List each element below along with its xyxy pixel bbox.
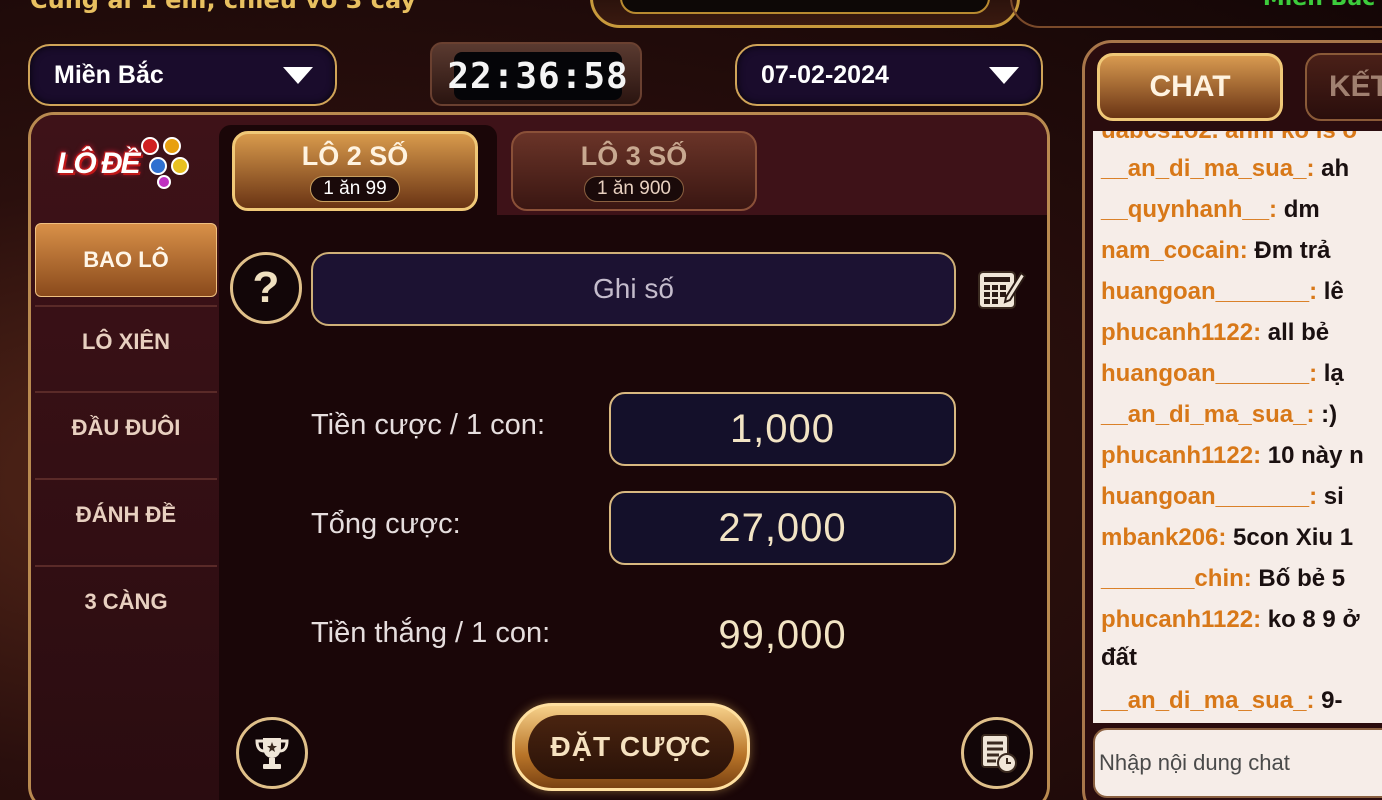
tab-odds: 1 ăn 900	[584, 175, 684, 202]
tab-odds: 1 ăn 99	[310, 175, 400, 202]
chat-message-cutoff: uabcs1o2. anni ko is o	[1101, 131, 1357, 145]
main-panel: LÔ ĐỀ BAO LÔ LÔ XIÊN ĐẦU ĐUÔI ĐÁNH ĐỀ 3 …	[28, 112, 1050, 800]
chat-message: nam_cocain: Đm trả	[1101, 237, 1330, 265]
tab-lo-2-so[interactable]: LÔ 2 SỐ 1 ăn 99	[232, 131, 478, 211]
chat-username: phucanh1122:	[1101, 319, 1262, 346]
chat-message: __an_di_ma_sua_: :)	[1101, 401, 1337, 429]
history-button[interactable]	[961, 717, 1033, 789]
chat-username: __quynhanh__:	[1101, 196, 1278, 223]
chat-text: :)	[1314, 401, 1338, 428]
date-dropdown[interactable]: 07-02-2024	[735, 44, 1043, 106]
place-bet-label: ĐẶT CƯỢC	[528, 715, 734, 779]
date-selected-value: 07-02-2024	[761, 60, 889, 89]
chat-text: đất	[1101, 644, 1137, 671]
tab-lo-3-so[interactable]: LÔ 3 SỐ 1 ăn 900	[511, 131, 757, 211]
place-bet-button[interactable]: ĐẶT CƯỢC	[512, 703, 750, 791]
chat-text: 9-	[1314, 687, 1343, 714]
sidebar: LÔ ĐỀ BAO LÔ LÔ XIÊN ĐẦU ĐUÔI ĐÁNH ĐỀ 3 …	[31, 115, 219, 800]
chat-message: phucanh1122: 10 này n	[1101, 442, 1364, 470]
chat-input[interactable]: Nhập nội dung chat	[1093, 728, 1382, 798]
number-input[interactable]: Ghi số	[311, 252, 956, 326]
chat-username: nam_cocain:	[1101, 237, 1248, 264]
sidebar-item-3-cang[interactable]: 3 CÀNG	[35, 565, 217, 637]
win-per-value: 99,000	[718, 613, 847, 657]
chat-text: all bẻ	[1261, 319, 1330, 346]
chat-message: __quynhanh__: dm	[1101, 196, 1320, 224]
chat-text: ah	[1314, 155, 1350, 182]
question-icon: ?	[252, 263, 280, 312]
chat-username: _______chin:	[1101, 565, 1252, 592]
chat-text: Bố bẻ 5	[1251, 565, 1346, 592]
chat-username: huangoan_______:	[1101, 278, 1318, 305]
chat-username: __an_di_ma_sua_:	[1101, 401, 1315, 428]
chat-message-continued: đất	[1101, 644, 1137, 672]
sidebar-item-dau-duoi[interactable]: ĐẦU ĐUÔI	[35, 391, 217, 463]
chat-username: phucanh1122:	[1101, 606, 1262, 633]
chat-text: lạ	[1317, 360, 1344, 387]
top-center-display	[620, 0, 990, 14]
chat-message: phucanh1122: all bẻ	[1101, 319, 1329, 347]
sidebar-item-danh-de[interactable]: ĐÁNH ĐỀ	[35, 478, 217, 550]
win-per-label: Tiền thắng / 1 con:	[311, 617, 551, 649]
lottery-ball-icon	[149, 157, 167, 175]
total-bet-label: Tổng cược:	[311, 508, 461, 540]
lottery-ball-icon	[171, 157, 189, 175]
region-dropdown[interactable]: Miền Bắc	[28, 44, 337, 106]
chat-message-list[interactable]: uabcs1o2. anni ko is o __an_di_ma_sua_: …	[1093, 131, 1382, 723]
edit-sheet-icon[interactable]	[976, 267, 1027, 313]
top-banner: Cùng ai 1 em, chiều vô 3 cây Miền Bắc -	[0, 0, 1382, 28]
chat-username: mbank206:	[1101, 524, 1227, 551]
lottery-ball-icon	[141, 137, 159, 155]
chat-username: huangoan_______:	[1101, 360, 1318, 387]
chat-username: phucanh1122:	[1101, 442, 1262, 469]
help-button[interactable]: ?	[230, 252, 302, 324]
number-input-placeholder: Ghi số	[593, 273, 674, 304]
chat-panel: CHAT KẾT uabcs1o2. anni ko is o __an_di_…	[1082, 40, 1382, 800]
clock-time: 22:36:58	[447, 52, 628, 100]
chat-username: __an_di_ma_sua_:	[1101, 155, 1315, 182]
chat-message: __an_di_ma_sua_: ah	[1101, 155, 1349, 183]
chat-message: __an_di_ma_sua_: 9-	[1101, 687, 1342, 715]
bet-per-input[interactable]: 1,000	[609, 392, 956, 466]
chat-text: lê	[1317, 278, 1344, 305]
history-icon	[981, 734, 1017, 773]
chevron-down-icon	[989, 66, 1019, 84]
chat-text: 10 này n	[1261, 442, 1364, 469]
tab-title: LÔ 3 SỐ	[580, 140, 688, 171]
logo-text: LÔ ĐỀ	[57, 147, 141, 180]
chat-text: ko 8 9 ở	[1261, 606, 1360, 633]
tab-title: LÔ 2 SỐ	[301, 140, 409, 171]
chat-input-placeholder: Nhập nội dung chat	[1099, 750, 1290, 775]
lode-logo: LÔ ĐỀ	[53, 135, 193, 197]
chat-message: huangoan_______: lạ	[1101, 360, 1344, 388]
tab-chat[interactable]: CHAT	[1097, 53, 1283, 121]
chat-message: huangoan_______: lê	[1101, 278, 1344, 306]
chat-message: _______chin: Bố bẻ 5	[1101, 565, 1345, 593]
chat-text: Đm trả	[1247, 237, 1331, 264]
chat-text: si	[1317, 483, 1344, 510]
bet-per-label: Tiền cược / 1 con:	[311, 409, 545, 441]
top-right-region-text: Miền Bắc -	[1263, 0, 1382, 11]
total-bet-value: 27,000	[609, 491, 956, 565]
sidebar-item-lo-xien[interactable]: LÔ XIÊN	[35, 305, 217, 377]
trophy-icon	[255, 738, 289, 769]
sidebar-item-bao-lo[interactable]: BAO LÔ	[35, 223, 217, 297]
chat-message: mbank206: 5con Xiu 1	[1101, 524, 1353, 552]
lottery-ball-icon	[163, 137, 181, 155]
chat-text: dm	[1277, 196, 1320, 223]
region-selected-value: Miền Bắc	[54, 60, 164, 89]
chevron-down-icon	[283, 66, 313, 84]
chat-message: phucanh1122: ko 8 9 ở	[1101, 606, 1360, 634]
trophy-button[interactable]	[236, 717, 308, 789]
chat-message: huangoan_______: si	[1101, 483, 1344, 511]
chat-username: __an_di_ma_sua_:	[1101, 687, 1315, 714]
lottery-ball-icon	[157, 175, 171, 189]
chat-text: 5con Xiu 1	[1226, 524, 1354, 551]
top-marquee-text: Cùng ai 1 em, chiều vô 3 cây	[30, 0, 417, 14]
countdown-clock: 22:36:58	[430, 42, 642, 106]
tab-ket-qua[interactable]: KẾT	[1305, 53, 1382, 121]
chat-username: huangoan_______:	[1101, 483, 1318, 510]
